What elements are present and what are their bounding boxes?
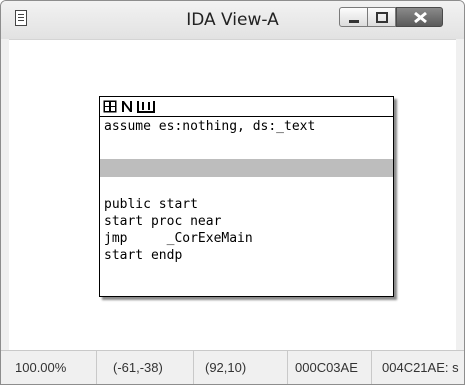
- close-icon: [414, 11, 427, 24]
- close-button[interactable]: [396, 7, 443, 27]
- mouse-position: (-61,-38): [97, 351, 194, 384]
- graph-view-area[interactable]: assume es:nothing, ds:_text public start…: [9, 39, 456, 351]
- color-palette-icon[interactable]: [103, 100, 117, 113]
- minimize-icon: [349, 20, 359, 23]
- maximize-button[interactable]: [368, 7, 396, 27]
- graph-node[interactable]: assume es:nothing, ds:_text public start…: [99, 96, 394, 297]
- node-header: [100, 97, 393, 117]
- code-line-public[interactable]: public start: [104, 196, 198, 213]
- code-line-jmp[interactable]: jmp _CorExeMain: [104, 230, 253, 247]
- graph-position: (92,10): [194, 351, 288, 384]
- current-address: 004C21AE: s: [382, 360, 459, 375]
- minimize-button[interactable]: [339, 7, 368, 27]
- status-bar: 100.00% (-61,-38) (92,10) 000C03AE 004C2…: [1, 350, 464, 384]
- rename-n-icon[interactable]: [121, 100, 133, 113]
- code-line-endp[interactable]: start endp: [104, 247, 182, 264]
- zoom-level: 100.00%: [9, 351, 97, 384]
- title-bar[interactable]: IDA View-A: [1, 1, 464, 39]
- code-line-proc[interactable]: start proc near: [104, 213, 221, 230]
- ida-view-window: IDA View-A assume es:nothing, ds:_text p…: [0, 0, 465, 385]
- group-icon[interactable]: [137, 100, 155, 113]
- code-line-assume[interactable]: assume es:nothing, ds:_text: [104, 118, 315, 135]
- highlighted-empty-line: [100, 159, 393, 177]
- file-offset: 000C03AE: [288, 351, 372, 384]
- maximize-icon: [376, 12, 388, 23]
